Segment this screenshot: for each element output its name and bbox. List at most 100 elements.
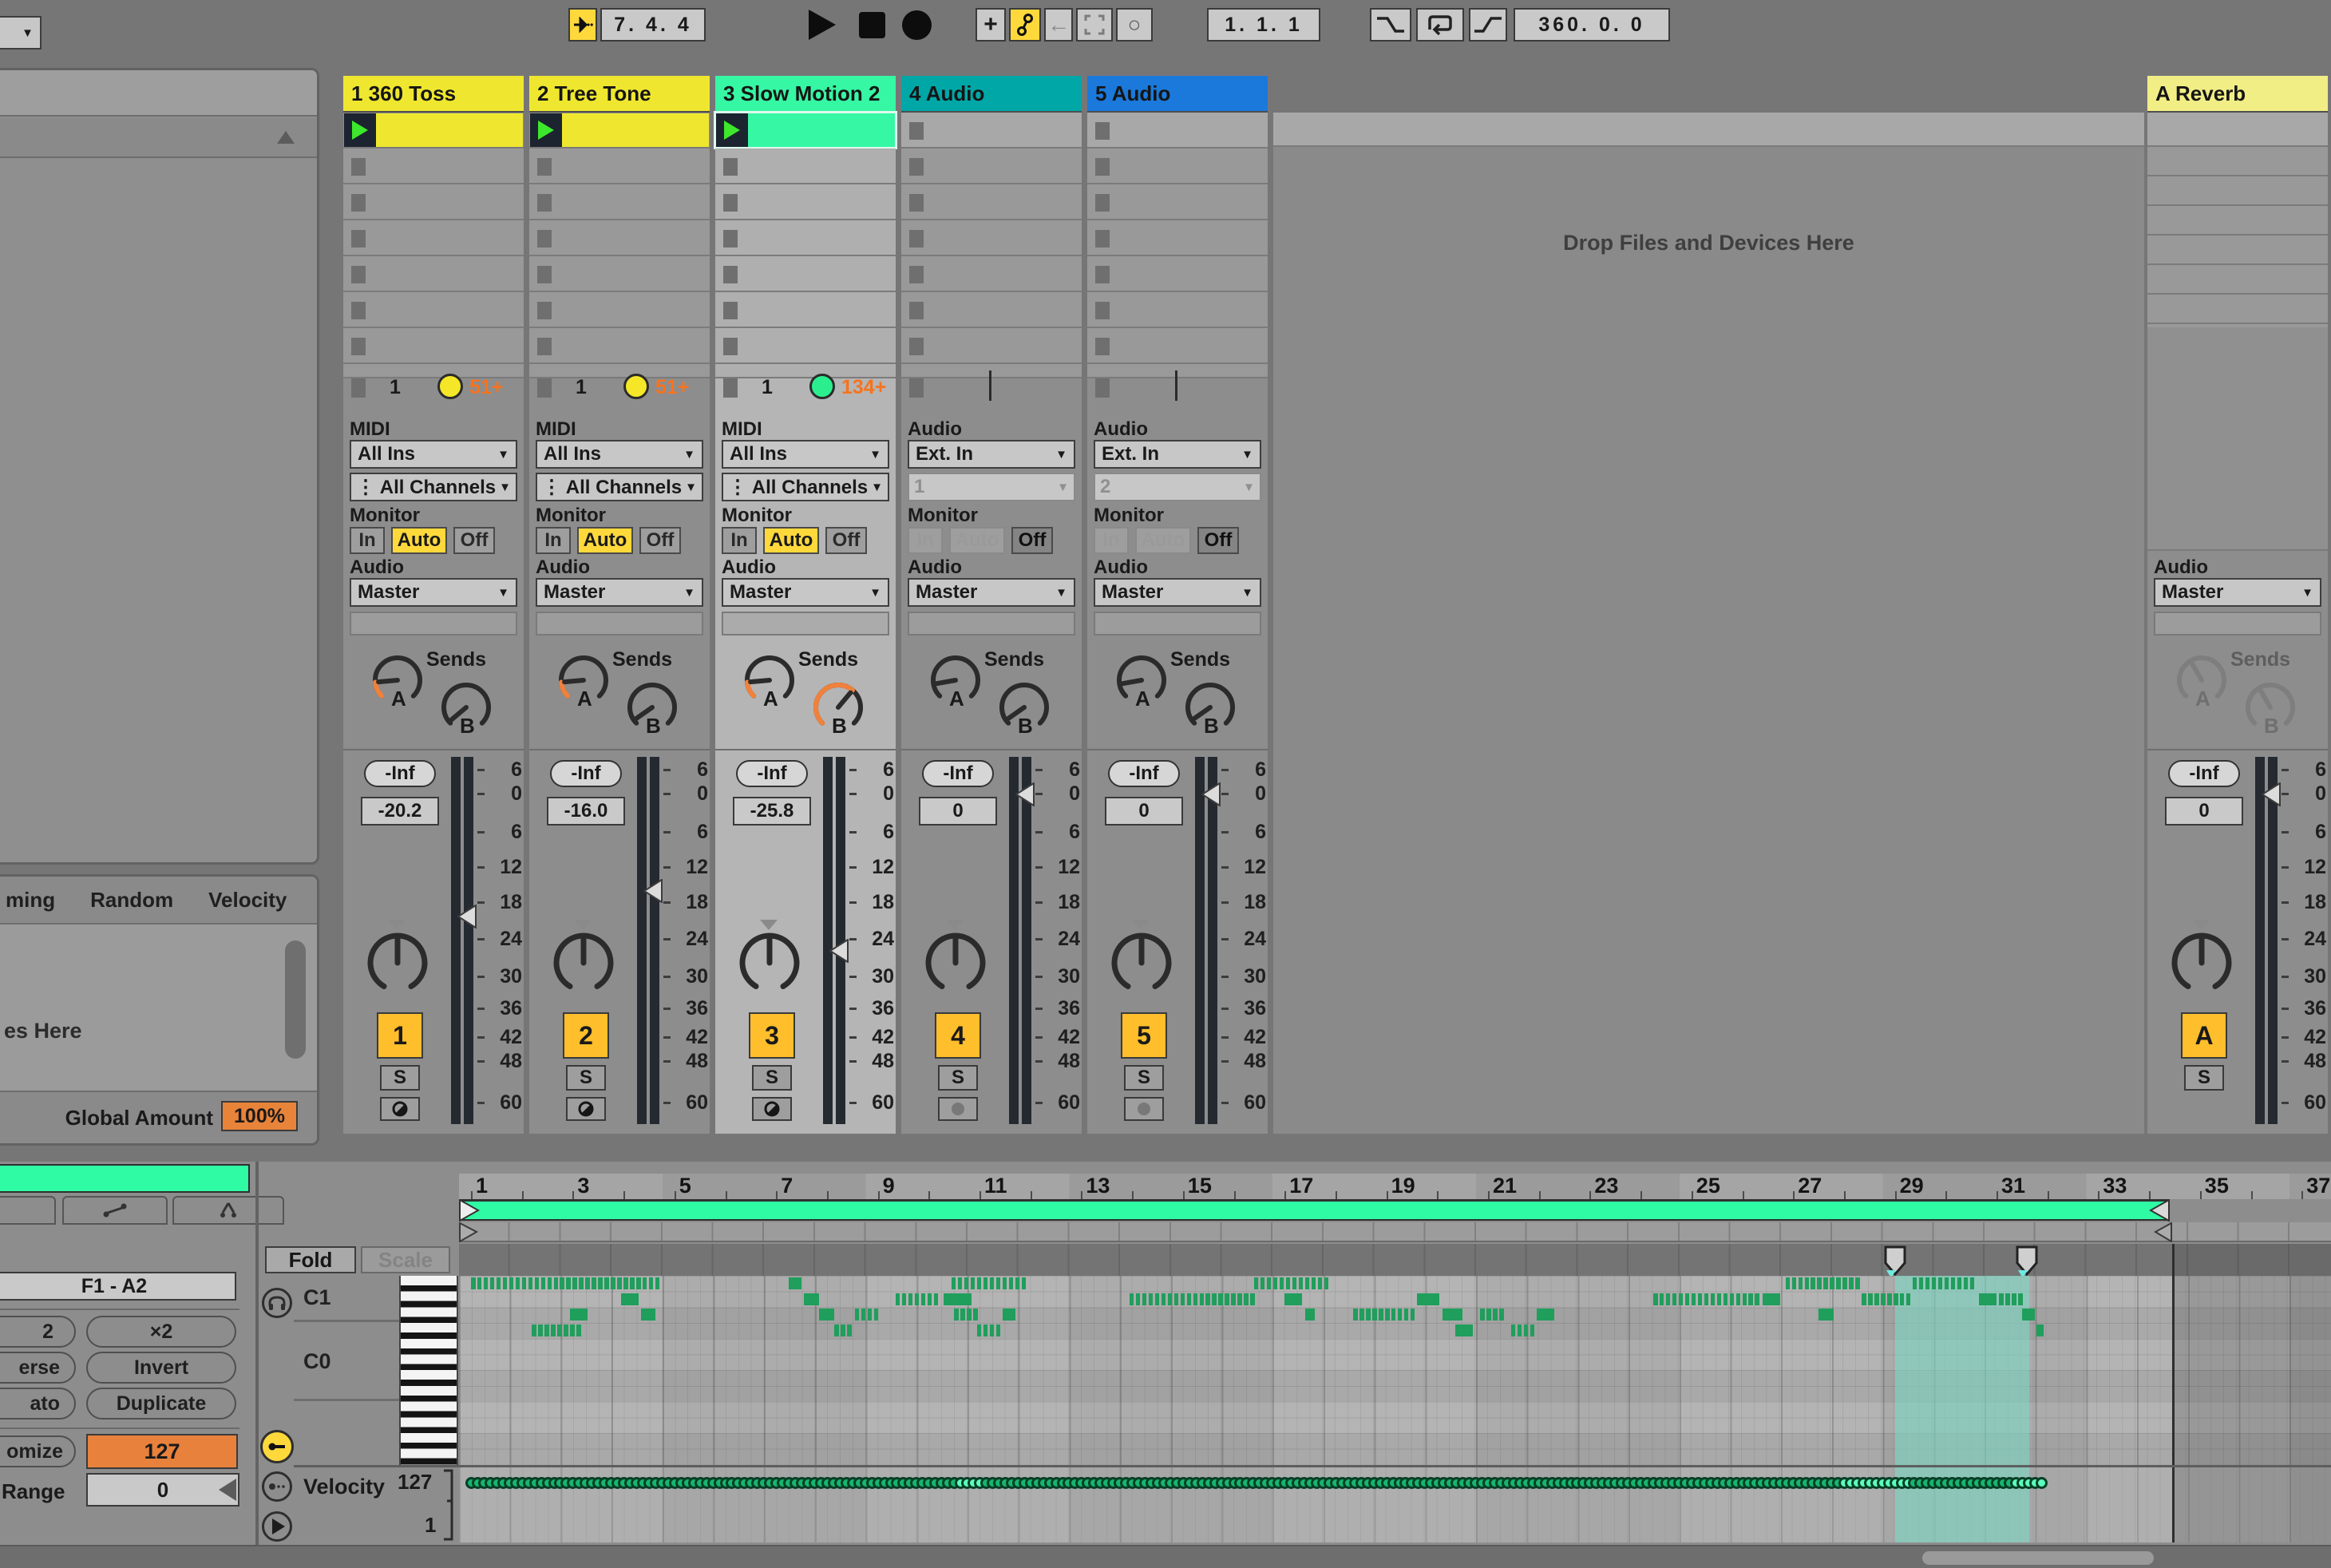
midi-note[interactable]	[1530, 1324, 1535, 1336]
midi-note[interactable]	[535, 1277, 540, 1289]
clip-stop-button[interactable]	[723, 302, 738, 319]
solo-button[interactable]: S	[380, 1065, 420, 1091]
midi-note[interactable]	[1874, 1293, 1879, 1305]
clip-playing[interactable]	[530, 113, 709, 147]
clip-slot[interactable]	[901, 220, 1082, 256]
midi-note[interactable]	[1537, 1309, 1554, 1321]
midi-note[interactable]	[1906, 1293, 1911, 1305]
randomize-value[interactable]: 127	[86, 1434, 238, 1469]
midi-note[interactable]	[847, 1324, 852, 1336]
clip-stop-button[interactable]	[1095, 338, 1110, 355]
send-b-knob[interactable]: B	[2240, 677, 2301, 738]
volume-fader-handle[interactable]	[643, 879, 663, 903]
midi-note[interactable]	[1267, 1277, 1272, 1289]
clip-slot[interactable]	[343, 148, 524, 184]
midi-note[interactable]	[532, 1324, 536, 1336]
midi-note[interactable]	[1748, 1293, 1753, 1305]
monitor-auto-button[interactable]: Auto	[1135, 527, 1191, 554]
loop-start-field[interactable]: 1. 1. 1	[1207, 8, 1320, 42]
track-activator-button[interactable]: 1	[377, 1012, 423, 1059]
midi-note[interactable]	[1391, 1309, 1396, 1321]
midi-note[interactable]	[1660, 1293, 1664, 1305]
ruler-bar-number[interactable]: 15	[1188, 1174, 1212, 1198]
clip-body[interactable]	[748, 113, 895, 147]
midi-note[interactable]	[538, 1324, 543, 1336]
clip-slot[interactable]	[1087, 148, 1268, 184]
midi-note[interactable]	[983, 1324, 988, 1336]
velocity-lane[interactable]	[459, 1467, 2331, 1542]
clip-body[interactable]	[562, 113, 709, 147]
ruler-bar-number[interactable]: 27	[1798, 1174, 1822, 1198]
midi-note[interactable]	[841, 1324, 845, 1336]
track-header-4[interactable]: 4 Audio	[901, 76, 1082, 113]
clip-slot[interactable]	[2147, 295, 2328, 324]
scale-button[interactable]: Scale	[361, 1246, 450, 1273]
midi-note[interactable]	[1823, 1277, 1828, 1289]
solo-button[interactable]: S	[1124, 1065, 1164, 1091]
midi-note[interactable]	[1486, 1309, 1491, 1321]
track-activator-button[interactable]: A	[2181, 1012, 2227, 1059]
clip-stop-button[interactable]	[537, 194, 552, 212]
midi-note[interactable]	[1524, 1324, 1529, 1336]
solo-button[interactable]: S	[752, 1065, 792, 1091]
midi-note[interactable]	[868, 1309, 873, 1321]
midi-note[interactable]	[996, 1277, 1001, 1289]
punch-in-button[interactable]	[1370, 8, 1411, 42]
clip-slot[interactable]	[1087, 292, 1268, 328]
routing-empty-box[interactable]	[908, 612, 1075, 636]
midi-note[interactable]	[1398, 1309, 1403, 1321]
clip-stop-button[interactable]	[723, 230, 738, 247]
clip-stop-button[interactable]	[723, 266, 738, 283]
volume-fader-handle[interactable]	[457, 905, 477, 929]
ruler-bar-number[interactable]: 11	[984, 1174, 1007, 1198]
midi-note[interactable]	[1003, 1309, 1015, 1321]
midi-note[interactable]	[655, 1277, 660, 1289]
output-dropdown[interactable]: Master▼	[722, 578, 889, 607]
midi-note[interactable]	[921, 1293, 926, 1305]
monitor-in-button[interactable]: In	[350, 527, 385, 554]
midi-note[interactable]	[1443, 1309, 1462, 1321]
midi-note[interactable]	[1499, 1309, 1504, 1321]
midi-note[interactable]	[1193, 1293, 1198, 1305]
input-channel-dropdown[interactable]: 1▼	[908, 473, 1075, 501]
clip-slot[interactable]	[901, 148, 1082, 184]
reenable-automation-button[interactable]: ←	[1044, 8, 1073, 42]
midi-note[interactable]	[789, 1277, 801, 1289]
midi-note[interactable]	[1979, 1293, 1997, 1305]
midi-note[interactable]	[934, 1293, 939, 1305]
midi-note[interactable]	[954, 1309, 959, 1321]
output-dropdown[interactable]: Master▼	[1094, 578, 1261, 607]
midi-note[interactable]	[1938, 1277, 1943, 1289]
solo-button[interactable]: S	[2184, 1065, 2224, 1091]
clip-stop-button[interactable]	[1095, 158, 1110, 176]
clip-stop-button[interactable]	[909, 338, 924, 355]
midi-note[interactable]	[1280, 1277, 1284, 1289]
midi-note[interactable]	[1799, 1277, 1803, 1289]
volume-field[interactable]: 0	[2165, 797, 2243, 826]
send-a-knob[interactable]: A	[925, 650, 986, 711]
midi-note[interactable]	[908, 1293, 913, 1305]
send-a-knob[interactable]: A	[2171, 650, 2232, 711]
pan-knob[interactable]	[736, 926, 803, 993]
midi-note[interactable]	[1455, 1324, 1473, 1336]
monitor-in-button[interactable]: In	[722, 527, 757, 554]
midi-note[interactable]	[1679, 1293, 1684, 1305]
midi-note[interactable]	[952, 1277, 956, 1289]
midi-note[interactable]	[1305, 1309, 1316, 1321]
clip-slot[interactable]	[2147, 147, 2328, 176]
pan-knob[interactable]	[364, 926, 431, 993]
midi-note[interactable]	[1284, 1293, 1302, 1305]
arm-button[interactable]	[752, 1097, 792, 1121]
lane-play-button[interactable]	[262, 1511, 292, 1542]
volume-fader-handle[interactable]	[2262, 782, 2281, 806]
midi-note[interactable]	[1379, 1309, 1383, 1321]
clip-stop-button[interactable]	[351, 338, 366, 355]
lane-options-button[interactable]	[262, 1471, 292, 1502]
clip-stop-button[interactable]	[1095, 122, 1110, 140]
monitor-off-button[interactable]: Off	[453, 527, 495, 554]
midi-note[interactable]	[971, 1277, 976, 1289]
input-channel-dropdown[interactable]: ⋮ All Channels▼	[536, 473, 703, 501]
input-channel-dropdown[interactable]: 2▼	[1094, 473, 1261, 501]
track-header-3[interactable]: 3 Slow Motion 2	[715, 76, 896, 113]
midi-note[interactable]	[1136, 1293, 1141, 1305]
